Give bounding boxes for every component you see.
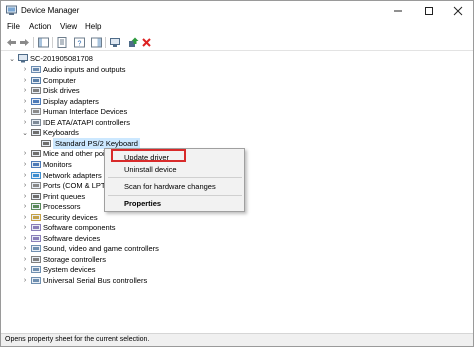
device-category[interactable]: Computer <box>43 75 76 86</box>
properties-menu-item[interactable]: Properties <box>124 199 161 208</box>
expand-chevron-icon[interactable]: › <box>21 254 29 265</box>
collapse-chevron-icon[interactable]: ⌄ <box>21 127 29 138</box>
device-manager-icon <box>6 5 17 15</box>
expand-chevron-icon[interactable]: › <box>21 64 29 75</box>
scan-hardware-changes-menu-item[interactable]: Scan for hardware changes <box>124 182 216 191</box>
device-category-icon <box>31 108 41 116</box>
device-category[interactable]: Universal Serial Bus controllers <box>43 275 147 286</box>
scan-hardware-icon[interactable] <box>110 37 121 48</box>
device-category[interactable]: Processors <box>43 201 81 212</box>
help-icon[interactable]: ? <box>74 37 85 48</box>
device-category-icon <box>41 139 51 147</box>
title-bar: Device Manager <box>1 1 473 20</box>
device-category[interactable]: IDE ATA/ATAPI controllers <box>43 117 130 128</box>
expand-chevron-icon[interactable]: › <box>21 212 29 223</box>
device-category-icon <box>31 66 41 73</box>
expand-chevron-icon[interactable]: › <box>21 85 29 96</box>
uninstall-icon[interactable] <box>141 37 152 48</box>
device-category-icon <box>31 129 41 137</box>
computer-root-icon <box>18 54 28 63</box>
device-category[interactable]: Print queues <box>43 191 85 202</box>
root-computer-name[interactable]: SC-201905081708 <box>30 53 93 64</box>
expand-chevron-icon[interactable]: › <box>21 191 29 202</box>
menu-action[interactable]: Action <box>29 22 51 31</box>
device-category[interactable]: Network adapters <box>43 170 102 181</box>
expand-chevron-icon[interactable]: › <box>21 201 29 212</box>
expand-chevron-icon[interactable]: › <box>21 180 29 191</box>
expand-chevron-icon[interactable]: › <box>21 106 29 117</box>
back-icon[interactable] <box>6 37 17 48</box>
device-category[interactable]: Monitors <box>43 159 72 170</box>
device-category-icon <box>31 97 41 105</box>
device-category[interactable]: Disk drives <box>43 85 80 96</box>
device-category-icon <box>31 203 41 211</box>
device-category[interactable]: Keyboards <box>43 127 79 138</box>
expand-chevron-icon[interactable]: › <box>21 75 29 86</box>
expand-chevron-icon[interactable]: › <box>21 264 29 275</box>
device-category-icon <box>31 245 41 253</box>
device-category-icon <box>31 118 41 126</box>
menu-view[interactable]: View <box>60 22 77 31</box>
expand-chevron-icon[interactable]: › <box>21 117 29 128</box>
status-text: Opens property sheet for the current sel… <box>5 336 150 343</box>
device-category-icon <box>31 266 41 274</box>
menu-help[interactable]: Help <box>85 22 101 31</box>
device-category[interactable]: Security devices <box>43 212 98 223</box>
show-hide-console-tree-icon[interactable] <box>38 37 49 48</box>
expand-chevron-icon[interactable]: › <box>21 170 29 181</box>
device-category[interactable]: Storage controllers <box>43 254 106 265</box>
device-category-icon <box>31 277 41 284</box>
action-pane-icon[interactable] <box>91 37 102 48</box>
device-category[interactable]: Display adapters <box>43 96 99 107</box>
device-category-icon <box>31 76 41 84</box>
expand-chevron-icon[interactable]: › <box>21 222 29 233</box>
device-category-icon <box>31 160 41 168</box>
device-category-icon <box>31 213 41 221</box>
uninstall-device-menu-item[interactable]: Uninstall device <box>124 165 177 174</box>
expand-chevron-icon[interactable]: › <box>21 275 29 286</box>
minimize-icon <box>394 10 402 11</box>
device-category[interactable]: Software devices <box>43 233 100 244</box>
toolbar: ? <box>1 34 473 51</box>
expand-chevron-icon[interactable]: › <box>21 148 29 159</box>
forward-icon[interactable] <box>19 37 30 48</box>
device-manager-window: Device Manager File Action View Help ? ⌄ <box>0 0 474 347</box>
window-title: Device Manager <box>21 6 80 15</box>
close-icon <box>453 6 463 15</box>
device-category[interactable]: System devices <box>43 264 96 275</box>
collapse-root-chevron-icon[interactable]: ⌄ <box>8 53 16 64</box>
device-category[interactable]: Audio inputs and outputs <box>43 64 126 75</box>
update-driver-highlight-box <box>111 149 186 162</box>
device-category-icon <box>31 87 41 95</box>
device-category-icon <box>31 234 41 242</box>
properties-icon[interactable] <box>57 37 68 48</box>
device-category[interactable]: Software components <box>43 222 116 233</box>
close-button[interactable] <box>443 1 473 20</box>
update-driver-icon[interactable] <box>128 37 139 48</box>
device-category-icon <box>31 150 41 158</box>
svg-text:?: ? <box>78 41 82 48</box>
menu-file[interactable]: File <box>7 22 20 31</box>
expand-chevron-icon[interactable]: › <box>21 159 29 170</box>
device-category-icon <box>31 182 41 190</box>
device-category[interactable]: Mice and other poi <box>43 148 105 159</box>
device-category-icon <box>31 255 41 263</box>
maximize-icon <box>425 6 433 15</box>
status-bar: Opens property sheet for the current sel… <box>1 333 473 346</box>
device-category-icon <box>31 171 41 179</box>
expand-chevron-icon[interactable]: › <box>21 96 29 107</box>
device-category[interactable]: Human Interface Devices <box>43 106 127 117</box>
device-category-icon <box>31 192 41 200</box>
device-category-icon <box>31 224 41 232</box>
device-category[interactable]: Sound, video and game controllers <box>43 243 159 254</box>
expand-chevron-icon[interactable]: › <box>21 243 29 254</box>
device-category[interactable]: Ports (COM & LPT) <box>43 180 108 191</box>
minimize-button[interactable] <box>383 1 413 20</box>
expand-chevron-icon[interactable]: › <box>21 233 29 244</box>
maximize-button[interactable] <box>414 1 444 20</box>
menu-bar: File Action View Help <box>1 20 473 34</box>
